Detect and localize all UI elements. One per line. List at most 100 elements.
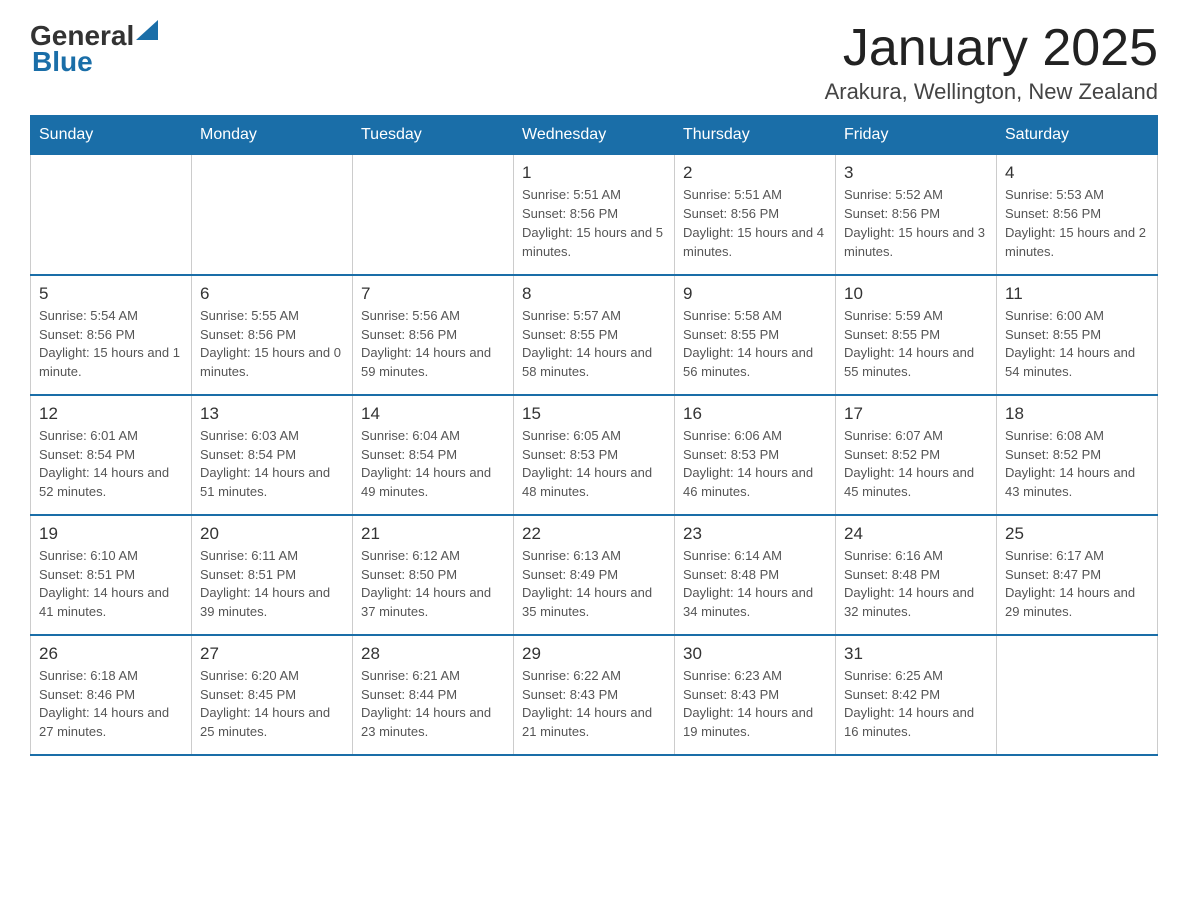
day-info: Sunrise: 6:22 AM Sunset: 8:43 PM Dayligh… (522, 667, 666, 742)
day-number: 1 (522, 163, 666, 183)
week-row-1: 5Sunrise: 5:54 AM Sunset: 8:56 PM Daylig… (31, 275, 1158, 395)
day-info: Sunrise: 6:07 AM Sunset: 8:52 PM Dayligh… (844, 427, 988, 502)
day-number: 3 (844, 163, 988, 183)
day-cell: 3 Sunrise: 5:52 AM Sunset: 8:56 PM Daylig… (836, 155, 997, 275)
day-cell (997, 635, 1158, 755)
day-info: Sunrise: 6:08 AM Sunset: 8:52 PM Dayligh… (1005, 427, 1149, 502)
day-info: Sunrise: 5:52 AM Sunset: 8:56 PM Dayligh… (844, 186, 988, 261)
col-tuesday: Tuesday (353, 116, 514, 155)
day-cell: 16 Sunrise: 6:06 AM Sunset: 8:53 PM Dayli… (675, 395, 836, 515)
day-number: 31 (844, 644, 988, 664)
day-number: 8 (522, 284, 666, 304)
col-monday: Monday (192, 116, 353, 155)
col-saturday: Saturday (997, 116, 1158, 155)
day-number: 18 (1005, 404, 1149, 424)
day-number: 11 (1005, 284, 1149, 304)
day-number: 22 (522, 524, 666, 544)
day-cell: 4Sunrise: 5:53 AM Sunset: 8:56 PM Daylig… (997, 155, 1158, 275)
col-friday: Friday (836, 116, 997, 155)
day-cell: 9 Sunrise: 5:58 AM Sunset: 8:55 PM Daylig… (675, 275, 836, 395)
day-info: Sunrise: 6:17 AM Sunset: 8:47 PM Dayligh… (1005, 547, 1149, 622)
day-cell: 24 Sunrise: 6:16 AM Sunset: 8:48 PM Dayli… (836, 515, 997, 635)
day-info: Sunrise: 6:13 AM Sunset: 8:49 PM Dayligh… (522, 547, 666, 622)
day-info: Sunrise: 6:04 AM Sunset: 8:54 PM Dayligh… (361, 427, 505, 502)
day-info: Sunrise: 6:05 AM Sunset: 8:53 PM Dayligh… (522, 427, 666, 502)
day-number: 6 (200, 284, 344, 304)
week-row-4: 26Sunrise: 6:18 AM Sunset: 8:46 PM Dayli… (31, 635, 1158, 755)
week-row-3: 19 Sunrise: 6:10 AM Sunset: 8:51 PM Dayli… (31, 515, 1158, 635)
day-cell: 27Sunrise: 6:20 AM Sunset: 8:45 PM Dayli… (192, 635, 353, 755)
calendar-table: Sunday Monday Tuesday Wednesday Thursday… (30, 115, 1158, 756)
day-number: 16 (683, 404, 827, 424)
day-number: 21 (361, 524, 505, 544)
day-number: 19 (39, 524, 183, 544)
day-number: 7 (361, 284, 505, 304)
day-info: Sunrise: 5:54 AM Sunset: 8:56 PM Dayligh… (39, 307, 183, 382)
calendar-body: 1 Sunrise: 5:51 AM Sunset: 8:56 PM Daylig… (31, 155, 1158, 755)
col-sunday: Sunday (31, 116, 192, 155)
day-number: 17 (844, 404, 988, 424)
day-cell (31, 155, 192, 275)
day-number: 15 (522, 404, 666, 424)
day-info: Sunrise: 6:21 AM Sunset: 8:44 PM Dayligh… (361, 667, 505, 742)
day-info: Sunrise: 5:51 AM Sunset: 8:56 PM Dayligh… (683, 186, 827, 261)
logo-icon (136, 20, 158, 42)
day-info: Sunrise: 5:59 AM Sunset: 8:55 PM Dayligh… (844, 307, 988, 382)
day-cell: 26Sunrise: 6:18 AM Sunset: 8:46 PM Dayli… (31, 635, 192, 755)
day-info: Sunrise: 6:06 AM Sunset: 8:53 PM Dayligh… (683, 427, 827, 502)
day-number: 28 (361, 644, 505, 664)
day-info: Sunrise: 6:16 AM Sunset: 8:48 PM Dayligh… (844, 547, 988, 622)
day-info: Sunrise: 6:11 AM Sunset: 8:51 PM Dayligh… (200, 547, 344, 622)
day-cell: 1 Sunrise: 5:51 AM Sunset: 8:56 PM Daylig… (514, 155, 675, 275)
day-number: 13 (200, 404, 344, 424)
day-cell: 14 Sunrise: 6:04 AM Sunset: 8:54 PM Dayli… (353, 395, 514, 515)
week-row-2: 12 Sunrise: 6:01 AM Sunset: 8:54 PM Dayli… (31, 395, 1158, 515)
day-number: 27 (200, 644, 344, 664)
day-cell: 29Sunrise: 6:22 AM Sunset: 8:43 PM Dayli… (514, 635, 675, 755)
day-cell: 7 Sunrise: 5:56 AM Sunset: 8:56 PM Daylig… (353, 275, 514, 395)
day-cell: 15 Sunrise: 6:05 AM Sunset: 8:53 PM Dayli… (514, 395, 675, 515)
day-info: Sunrise: 5:56 AM Sunset: 8:56 PM Dayligh… (361, 307, 505, 382)
day-number: 9 (683, 284, 827, 304)
day-cell: 21 Sunrise: 6:12 AM Sunset: 8:50 PM Dayli… (353, 515, 514, 635)
day-cell: 6 Sunrise: 5:55 AM Sunset: 8:56 PM Daylig… (192, 275, 353, 395)
page-header: General Blue January 2025 Arakura, Welli… (30, 20, 1158, 105)
day-cell (353, 155, 514, 275)
logo-blue: Blue (32, 46, 93, 78)
day-info: Sunrise: 6:01 AM Sunset: 8:54 PM Dayligh… (39, 427, 183, 502)
day-cell: 5Sunrise: 5:54 AM Sunset: 8:56 PM Daylig… (31, 275, 192, 395)
day-info: Sunrise: 5:51 AM Sunset: 8:56 PM Dayligh… (522, 186, 666, 261)
day-number: 2 (683, 163, 827, 183)
day-number: 26 (39, 644, 183, 664)
week-row-0: 1 Sunrise: 5:51 AM Sunset: 8:56 PM Daylig… (31, 155, 1158, 275)
day-cell: 17 Sunrise: 6:07 AM Sunset: 8:52 PM Dayli… (836, 395, 997, 515)
day-info: Sunrise: 6:00 AM Sunset: 8:55 PM Dayligh… (1005, 307, 1149, 382)
day-cell: 28 Sunrise: 6:21 AM Sunset: 8:44 PM Dayli… (353, 635, 514, 755)
day-number: 12 (39, 404, 183, 424)
day-number: 24 (844, 524, 988, 544)
subtitle: Arakura, Wellington, New Zealand (825, 79, 1158, 105)
day-cell: 31 Sunrise: 6:25 AM Sunset: 8:42 PM Dayli… (836, 635, 997, 755)
day-number: 23 (683, 524, 827, 544)
day-number: 4 (1005, 163, 1149, 183)
day-cell: 18 Sunrise: 6:08 AM Sunset: 8:52 PM Dayli… (997, 395, 1158, 515)
day-cell: 19 Sunrise: 6:10 AM Sunset: 8:51 PM Dayli… (31, 515, 192, 635)
day-info: Sunrise: 6:25 AM Sunset: 8:42 PM Dayligh… (844, 667, 988, 742)
day-number: 14 (361, 404, 505, 424)
day-cell: 2 Sunrise: 5:51 AM Sunset: 8:56 PM Daylig… (675, 155, 836, 275)
day-cell: 30Sunrise: 6:23 AM Sunset: 8:43 PM Dayli… (675, 635, 836, 755)
day-info: Sunrise: 6:12 AM Sunset: 8:50 PM Dayligh… (361, 547, 505, 622)
day-info: Sunrise: 6:14 AM Sunset: 8:48 PM Dayligh… (683, 547, 827, 622)
col-wednesday: Wednesday (514, 116, 675, 155)
day-info: Sunrise: 5:57 AM Sunset: 8:55 PM Dayligh… (522, 307, 666, 382)
day-cell (192, 155, 353, 275)
col-thursday: Thursday (675, 116, 836, 155)
day-number: 30 (683, 644, 827, 664)
day-cell: 11 Sunrise: 6:00 AM Sunset: 8:55 PM Dayli… (997, 275, 1158, 395)
day-info: Sunrise: 5:55 AM Sunset: 8:56 PM Dayligh… (200, 307, 344, 382)
day-info: Sunrise: 6:10 AM Sunset: 8:51 PM Dayligh… (39, 547, 183, 622)
day-cell: 22 Sunrise: 6:13 AM Sunset: 8:49 PM Dayli… (514, 515, 675, 635)
day-number: 10 (844, 284, 988, 304)
calendar-header: Sunday Monday Tuesday Wednesday Thursday… (31, 116, 1158, 155)
day-info: Sunrise: 5:58 AM Sunset: 8:55 PM Dayligh… (683, 307, 827, 382)
